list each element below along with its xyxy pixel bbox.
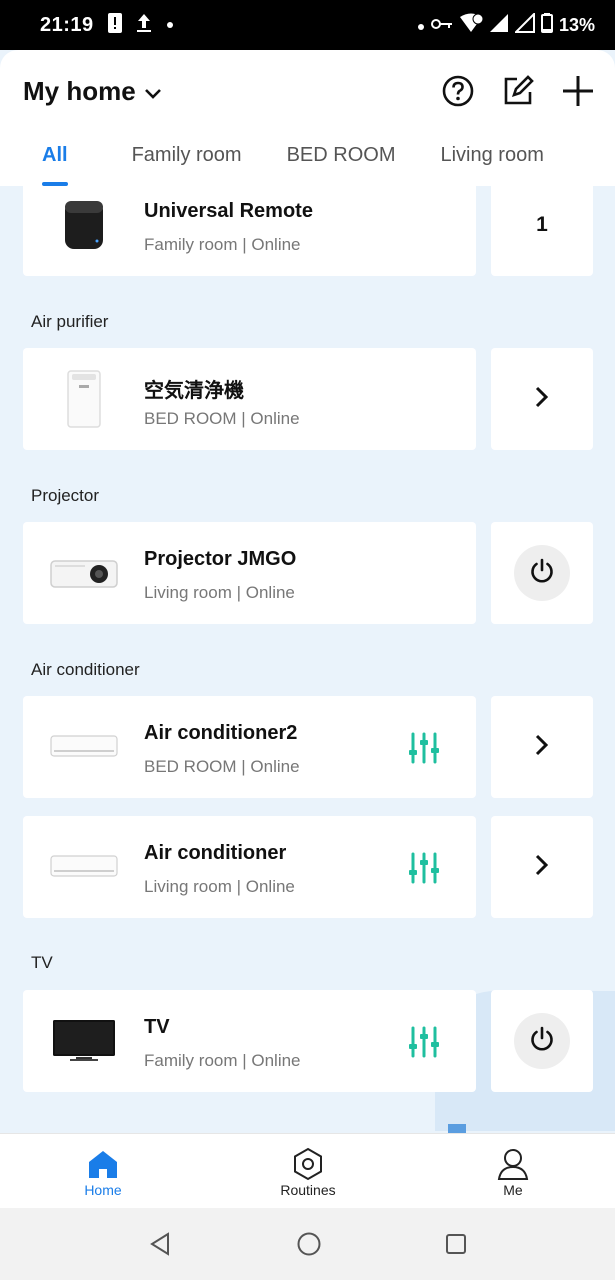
alert-icon <box>107 12 122 38</box>
chevron-right-icon <box>534 385 550 414</box>
background-decoration <box>448 1124 466 1133</box>
air-purifier-open-button[interactable] <box>491 348 593 450</box>
power-icon <box>528 1025 556 1058</box>
chevron-right-icon <box>534 733 550 762</box>
tv-power-cell <box>491 990 593 1092</box>
nav-home[interactable]: Home <box>53 1146 153 1198</box>
dot-icon <box>417 15 425 36</box>
device-status: BED ROOM | Online <box>144 757 300 776</box>
universal-remote-image <box>47 188 121 262</box>
device-name: Universal Remote <box>144 200 313 222</box>
system-navigation-bar <box>0 1208 615 1280</box>
status-time: 21:19 <box>40 13 94 36</box>
power-icon <box>528 557 556 590</box>
device-name: Air conditioner2 <box>144 722 298 744</box>
app-header: My home All Family room BED ROOM Living … <box>0 50 615 186</box>
battery-percent: 13% <box>558 14 595 35</box>
projector-image <box>47 536 121 610</box>
section-label-tv: TV <box>31 953 53 972</box>
projector-power-cell <box>491 522 593 624</box>
tab-bed-room[interactable]: BED ROOM <box>287 144 396 186</box>
device-status: Living room | Online <box>144 877 295 896</box>
controls-icon[interactable] <box>408 732 440 764</box>
tv-power-button[interactable] <box>514 1013 570 1069</box>
remote-count-button[interactable]: 1 <box>491 186 593 276</box>
controls-icon[interactable] <box>408 852 440 884</box>
device-card-air-purifier[interactable]: 空気清浄機 BED ROOM | Online <box>23 348 476 450</box>
device-card-universal-remote[interactable]: Universal Remote Family room | Online <box>23 186 476 276</box>
chevron-down-icon <box>144 76 162 107</box>
device-card-air-conditioner2[interactable]: Air conditioner2 BED ROOM | Online <box>23 696 476 798</box>
tab-living-room[interactable]: Living room <box>440 144 543 186</box>
nav-me[interactable]: Me <box>463 1146 563 1198</box>
back-icon[interactable] <box>146 1230 174 1258</box>
vpn-key-icon <box>430 15 453 36</box>
recents-icon[interactable] <box>442 1230 470 1258</box>
battery-icon <box>540 12 553 38</box>
tab-family-room[interactable]: Family room <box>132 144 242 186</box>
device-name: Projector JMGO <box>144 548 297 570</box>
routines-icon <box>258 1146 358 1182</box>
device-status: BED ROOM | Online <box>144 409 300 428</box>
nav-routines-label: Routines <box>280 1182 336 1198</box>
air-conditioner-image <box>47 710 121 784</box>
air-conditioner2-open-button[interactable] <box>491 696 593 798</box>
remote-count: 1 <box>536 213 548 236</box>
add-icon[interactable] <box>561 74 595 108</box>
air-conditioner-open-button[interactable] <box>491 816 593 918</box>
status-bar: 21:19 13% <box>0 0 615 50</box>
device-status: Family room | Online <box>144 1051 301 1070</box>
chevron-right-icon <box>534 853 550 882</box>
edit-icon[interactable] <box>501 74 535 108</box>
device-name: Air conditioner <box>144 842 287 864</box>
section-label-air-purifier: Air purifier <box>31 312 109 331</box>
signal-icon <box>513 11 535 38</box>
wifi-icon <box>459 13 484 38</box>
help-icon[interactable] <box>441 74 475 108</box>
device-name: 空気清浄機 <box>144 380 244 402</box>
nav-routines[interactable]: Routines <box>258 1146 358 1198</box>
home-selector[interactable]: My home <box>23 76 162 107</box>
device-card-projector[interactable]: Projector JMGO Living room | Online <box>23 522 476 624</box>
home-icon <box>53 1146 153 1182</box>
nav-me-label: Me <box>503 1182 523 1198</box>
device-status: Family room | Online <box>144 235 301 254</box>
dot-icon <box>166 16 174 34</box>
controls-icon[interactable] <box>408 1026 440 1058</box>
bottom-navigation: Home Routines Me <box>0 1133 615 1208</box>
tv-image <box>47 1004 121 1078</box>
air-purifier-image <box>47 362 121 436</box>
nav-home-label: Home <box>84 1182 122 1198</box>
device-list[interactable]: Universal Remote Family room | Online 1 … <box>0 186 615 1133</box>
home-title: My home <box>23 76 136 106</box>
upload-icon <box>136 13 152 38</box>
projector-power-button[interactable] <box>514 545 570 601</box>
device-card-air-conditioner[interactable]: Air conditioner Living room | Online <box>23 816 476 918</box>
air-conditioner-image <box>47 830 121 904</box>
section-label-air-conditioner: Air conditioner <box>31 660 140 679</box>
tab-all[interactable]: All <box>42 144 68 186</box>
home-circle-icon[interactable] <box>295 1230 323 1258</box>
person-icon <box>463 1146 563 1182</box>
section-label-projector: Projector <box>31 486 100 505</box>
device-status: Living room | Online <box>144 583 295 602</box>
signal-icon <box>489 13 509 38</box>
device-name: TV <box>144 1016 170 1038</box>
room-tabs: All Family room BED ROOM Living room <box>0 144 615 186</box>
device-card-tv[interactable]: TV Family room | Online <box>23 990 476 1092</box>
